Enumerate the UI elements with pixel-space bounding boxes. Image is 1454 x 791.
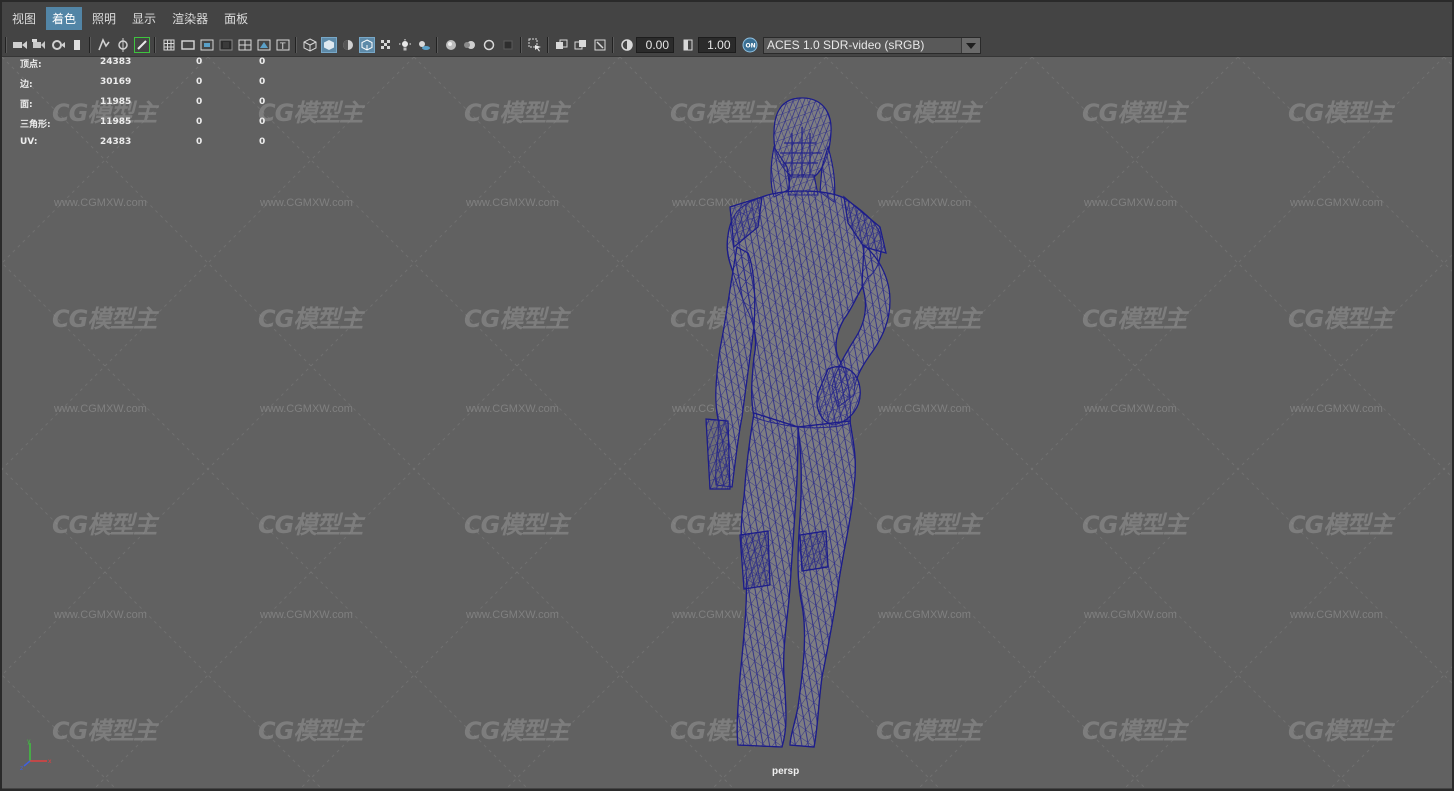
wireframe-on-shaded-icon[interactable] xyxy=(358,37,375,53)
wireframe-shading-icon[interactable] xyxy=(302,37,318,53)
hud-value: 0 xyxy=(196,117,203,127)
hud-value: 24383 xyxy=(100,57,132,67)
panel-toolbar: T 0.00 1.00 ON ACES 1.0 SDR-video (sRGB) xyxy=(2,34,1452,57)
gamma-icon[interactable] xyxy=(680,37,696,53)
hud-label: 三角形: xyxy=(20,120,51,130)
poly-count-hud: 顶点: 24383 0 0 边: 30169 0 0 面: 11985 0 0 … xyxy=(20,57,280,157)
hud-value: 0 xyxy=(196,77,203,87)
svg-text:x: x xyxy=(48,758,52,765)
exposure-icon[interactable] xyxy=(619,37,635,53)
xray-active-components-icon[interactable] xyxy=(573,37,589,53)
hud-value: 30169 xyxy=(100,77,132,87)
wireframe-mesh-overlay xyxy=(789,420,856,748)
toolbar-divider xyxy=(547,37,549,53)
hud-label: 边: xyxy=(20,80,33,90)
menu-view[interactable]: 视图 xyxy=(6,7,42,30)
shadows-icon[interactable] xyxy=(416,37,432,53)
svg-text:z: z xyxy=(20,765,23,771)
hud-value: 0 xyxy=(196,97,203,107)
film-gate-icon[interactable] xyxy=(180,37,196,53)
hud-value: 0 xyxy=(196,57,203,67)
view-axis-icon: y x z xyxy=(20,738,52,771)
3d-viewport[interactable]: CG模型主 www.CGMXW.com CG模型主 www.CGMXW.com CG模型… xyxy=(2,57,1452,788)
field-chart-icon[interactable] xyxy=(237,37,253,53)
motion-blur-icon[interactable] xyxy=(462,37,478,53)
hud-value: 0 xyxy=(259,117,266,127)
anti-aliasing-icon[interactable] xyxy=(481,37,497,53)
view-transform-value: ACES 1.0 SDR-video (sRGB) xyxy=(767,37,925,52)
screen-space-ao-icon[interactable] xyxy=(443,37,459,53)
textured-icon[interactable] xyxy=(378,37,394,53)
select-camera-icon[interactable] xyxy=(12,37,28,53)
chevron-down-icon[interactable] xyxy=(961,37,980,53)
hud-value: 0 xyxy=(259,77,266,87)
hud-value: 0 xyxy=(196,137,203,147)
toolbar-divider xyxy=(436,37,438,53)
smooth-shade-icon[interactable] xyxy=(320,37,337,53)
camera-name-label: persp xyxy=(772,766,800,777)
hud-value: 0 xyxy=(259,97,266,107)
hud-value: 11985 xyxy=(100,117,132,127)
hud-label: 顶点: xyxy=(20,60,42,70)
hud-value: 0 xyxy=(259,57,266,67)
hud-row-edges: 边: 30169 0 0 xyxy=(20,77,280,97)
menu-lighting[interactable]: 照明 xyxy=(86,7,122,30)
hud-row-uvs: UV: 24383 0 0 xyxy=(20,137,280,157)
menu-panels[interactable]: 面板 xyxy=(218,7,254,30)
pencil-icon[interactable] xyxy=(133,37,150,53)
toolbar-divider xyxy=(612,37,614,53)
xray-icon[interactable] xyxy=(554,37,570,53)
resolution-gate-icon[interactable] xyxy=(199,37,215,53)
camera-attributes-icon[interactable] xyxy=(31,37,47,53)
hud-value: 24383 xyxy=(100,137,132,147)
menu-shading[interactable]: 着色 xyxy=(46,6,83,30)
svg-text:y: y xyxy=(27,738,31,745)
grease-pencil-icon[interactable] xyxy=(115,37,131,53)
image-plane-icon[interactable] xyxy=(69,37,85,53)
default-material-icon[interactable] xyxy=(340,37,356,53)
toolbar-divider xyxy=(5,37,7,53)
wireframe-character-model[interactable] xyxy=(2,57,1452,788)
depth-of-field-icon[interactable] xyxy=(500,37,516,53)
hud-row-faces: 面: 11985 0 0 xyxy=(20,97,280,117)
toolbar-divider xyxy=(89,37,91,53)
view-transform-select[interactable]: ACES 1.0 SDR-video (sRGB) xyxy=(763,36,981,54)
hud-value: 11985 xyxy=(100,97,132,107)
exposure-field[interactable]: 0.00 xyxy=(636,37,674,53)
isolate-select-icon[interactable] xyxy=(527,37,543,53)
wireframe-mesh-overlay xyxy=(799,530,829,572)
hud-row-vertices: 顶点: 24383 0 0 xyxy=(20,57,280,77)
toolbar-divider xyxy=(154,37,156,53)
toolbar-divider xyxy=(520,37,522,53)
gate-mask-icon[interactable] xyxy=(218,37,234,53)
xray-joints-icon[interactable] xyxy=(592,37,608,53)
safe-action-icon[interactable] xyxy=(256,37,272,53)
hud-row-triangles: 三角形: 11985 0 0 xyxy=(20,117,280,137)
wireframe-mesh-overlay xyxy=(739,530,771,590)
use-all-lights-icon[interactable] xyxy=(397,37,413,53)
gamma-field[interactable]: 1.00 xyxy=(697,37,736,53)
hud-label: 面: xyxy=(20,100,33,110)
menu-renderer[interactable]: 渲染器 xyxy=(166,7,214,30)
hud-label: UV: xyxy=(20,137,38,147)
safe-title-icon[interactable]: T xyxy=(275,37,291,53)
svg-text:ON: ON xyxy=(745,43,755,50)
hud-value: 0 xyxy=(259,137,266,147)
color-management-toggle-icon[interactable]: ON xyxy=(742,37,758,53)
wireframe-mesh-overlay xyxy=(705,418,731,490)
grid-icon[interactable] xyxy=(161,37,177,53)
2d-pan-zoom-icon[interactable] xyxy=(96,37,112,53)
svg-text:T: T xyxy=(279,42,286,51)
panel-menu-bar: 视图 着色 照明 显示 渲染器 面板 xyxy=(2,2,1452,34)
bookmarks-icon[interactable] xyxy=(50,37,66,53)
menu-show[interactable]: 显示 xyxy=(126,7,162,30)
toolbar-divider xyxy=(295,37,297,53)
